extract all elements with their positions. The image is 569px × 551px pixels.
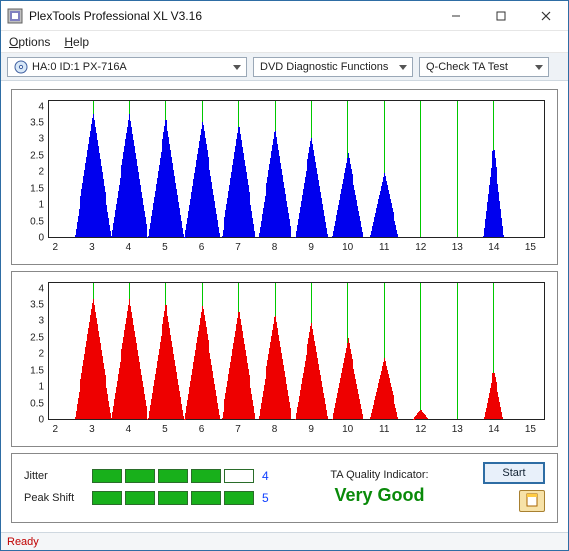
function-select-value: DVD Diagnostic Functions — [260, 61, 388, 73]
meter-box — [224, 469, 254, 483]
title-bar: PlexTools Professional XL V3.16 — [1, 1, 568, 31]
test-select-value: Q-Check TA Test — [426, 61, 508, 73]
jitter-label: Jitter — [24, 470, 84, 482]
device-select-value: HA:0 ID:1 PX-716A — [32, 61, 127, 73]
export-button[interactable] — [519, 490, 545, 512]
histogram-top: 00.511.522.533.54 23456789101112131415 — [11, 89, 558, 265]
meters: Jitter 4 Peak Shift 5 — [24, 469, 276, 505]
menu-options[interactable]: Options — [9, 35, 50, 49]
function-select[interactable]: DVD Diagnostic Functions — [253, 57, 413, 77]
status-text: Ready — [7, 536, 39, 548]
plot-canvas — [48, 282, 545, 420]
document-icon — [526, 493, 538, 510]
meter-box — [92, 469, 122, 483]
meter-box — [125, 491, 155, 505]
menu-help[interactable]: Help — [64, 35, 89, 49]
jitter-value: 4 — [262, 469, 276, 483]
quality-indicator: TA Quality Indicator: Very Good — [286, 469, 473, 506]
app-icon — [7, 8, 23, 24]
chart-area: 00.511.522.533.54 23456789101112131415 0… — [1, 81, 568, 532]
test-select[interactable]: Q-Check TA Test — [419, 57, 549, 77]
meter-box — [191, 491, 221, 505]
results-panel: Jitter 4 Peak Shift 5 TA Quality Indicat… — [11, 453, 558, 523]
peakshift-label: Peak Shift — [24, 492, 84, 504]
app-title: PlexTools Professional XL V3.16 — [29, 9, 433, 23]
jitter-meter — [92, 469, 254, 483]
menu-options-label: ptions — [18, 35, 50, 49]
histogram-bottom: 00.511.522.533.54 23456789101112131415 — [11, 271, 558, 447]
meter-box — [125, 469, 155, 483]
peakshift-meter — [92, 491, 254, 505]
peakshift-row: Peak Shift 5 — [24, 491, 276, 505]
start-button[interactable]: Start — [483, 462, 545, 484]
menu-bar: Options Help — [1, 31, 568, 53]
quality-label: TA Quality Indicator: — [330, 469, 428, 481]
meter-box — [158, 491, 188, 505]
disc-icon — [14, 60, 28, 74]
meter-box — [191, 469, 221, 483]
app-window: PlexTools Professional XL V3.16 Options … — [0, 0, 569, 551]
toolbar: HA:0 ID:1 PX-716A DVD Diagnostic Functio… — [1, 53, 568, 81]
plot-canvas — [48, 100, 545, 238]
quality-value: Very Good — [334, 485, 424, 506]
maximize-button[interactable] — [478, 1, 523, 31]
y-axis-ticks: 00.511.522.533.54 — [12, 282, 46, 420]
menu-help-label: elp — [73, 35, 89, 49]
x-axis-ticks: 23456789101112131415 — [48, 424, 545, 442]
minimize-button[interactable] — [433, 1, 478, 31]
device-select[interactable]: HA:0 ID:1 PX-716A — [7, 57, 247, 77]
peakshift-value: 5 — [262, 491, 276, 505]
meter-box — [224, 491, 254, 505]
meter-box — [158, 469, 188, 483]
start-button-label: Start — [502, 467, 525, 479]
y-axis-ticks: 00.511.522.533.54 — [12, 100, 46, 238]
button-column: Start — [483, 462, 545, 512]
meter-box — [92, 491, 122, 505]
close-button[interactable] — [523, 1, 568, 31]
x-axis-ticks: 23456789101112131415 — [48, 242, 545, 260]
status-bar: Ready — [1, 532, 568, 550]
jitter-row: Jitter 4 — [24, 469, 276, 483]
